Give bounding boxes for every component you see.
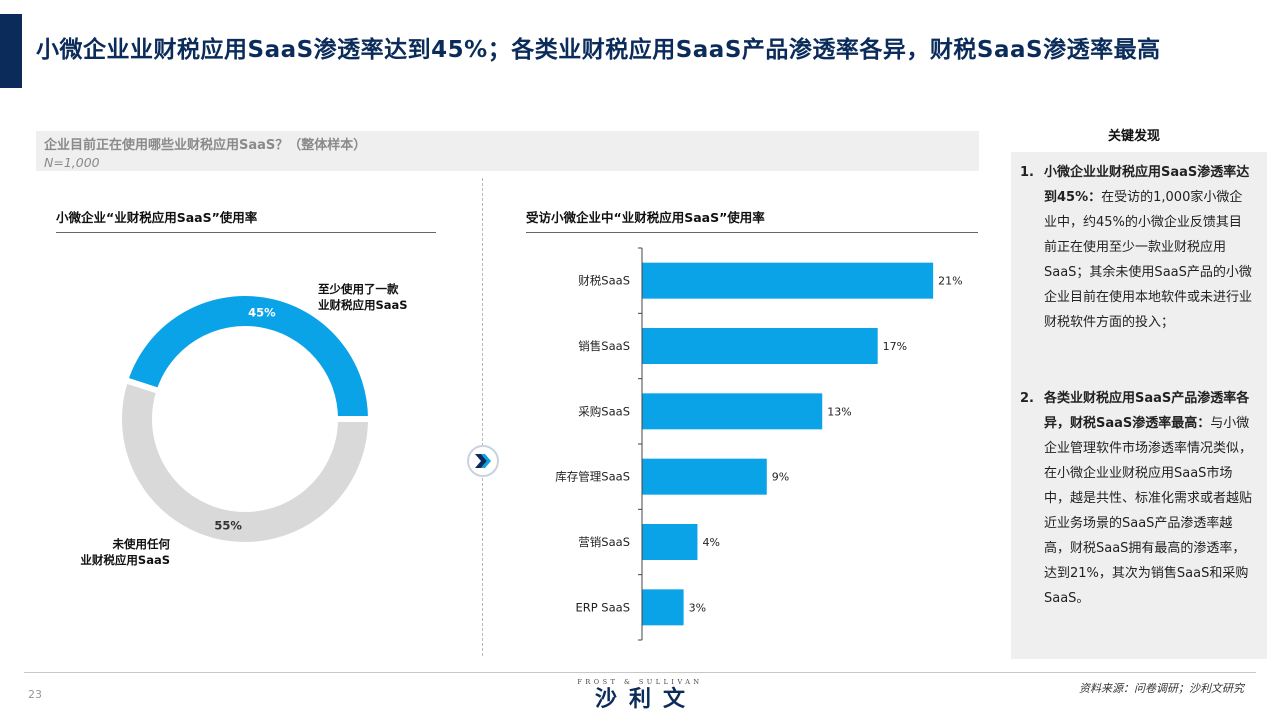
donut-label-used-line1: 至少使用了一款 [318, 282, 399, 296]
next-arrow-icon [467, 445, 499, 477]
finding-item: 2. 各类业财税应用SaaS产品渗透率各异，财税SaaS渗透率最高：与小微企业管… [1020, 386, 1252, 611]
sullivan-logo: FROST & SULLIVAN 沙利文 [560, 678, 720, 714]
findings-title: 关键发现 [1107, 129, 1160, 144]
footer-divider [24, 672, 1256, 673]
bar-value-label: 13% [827, 405, 851, 418]
bar [642, 262, 934, 299]
category-label: 库存管理SaaS [555, 470, 630, 484]
bar-value-label: 17% [883, 340, 907, 353]
finding-item: 1. 小微企业业财税应用SaaS渗透率达到45%：在受访的1,000家小微企业中… [1020, 160, 1252, 335]
logo-english: FROST & SULLIVAN [577, 678, 703, 686]
finding-text: 与小微企业管理软件市场渗透率情况类似，在小微企业业财税应用SaaS市场中，越是共… [1044, 416, 1253, 606]
bar [642, 328, 878, 364]
bar-value-label: 9% [772, 471, 789, 484]
category-label: 采购SaaS [578, 404, 630, 418]
logo-chinese: 沙利文 [594, 687, 697, 712]
bar [642, 589, 684, 626]
category-label: 销售SaaS [578, 339, 630, 353]
donut-label-unused: 未使用任何 业财税应用SaaS [60, 536, 170, 568]
bar-value-label: 3% [689, 601, 706, 614]
donut-label-unused-line2: 业财税应用SaaS [80, 553, 170, 567]
category-label: 营销SaaS [578, 535, 630, 549]
bar-value-label: 4% [702, 536, 719, 549]
finding-number: 2. [1020, 391, 1034, 406]
bar [642, 458, 767, 495]
bar [642, 393, 823, 430]
donut-label-used-line2: 业财税应用SaaS [318, 298, 408, 312]
bar-value-label: 21% [938, 275, 962, 288]
source-note: 资料来源：问卷调研；沙利文研究 [1079, 682, 1244, 695]
page-number: 23 [28, 688, 42, 701]
finding-text: 在受访的1,000家小微企业中，约45%的小微企业反馈其目前正在使用至少一款业财… [1044, 190, 1253, 330]
donut-label-unused-line1: 未使用任何 [112, 537, 171, 551]
category-label: 财税SaaS [578, 274, 630, 288]
donut-label-used: 至少使用了一款 业财税应用SaaS [318, 281, 428, 313]
finding-number: 1. [1020, 165, 1034, 180]
category-label: ERP SaaS [575, 600, 630, 614]
bar [642, 524, 698, 560]
